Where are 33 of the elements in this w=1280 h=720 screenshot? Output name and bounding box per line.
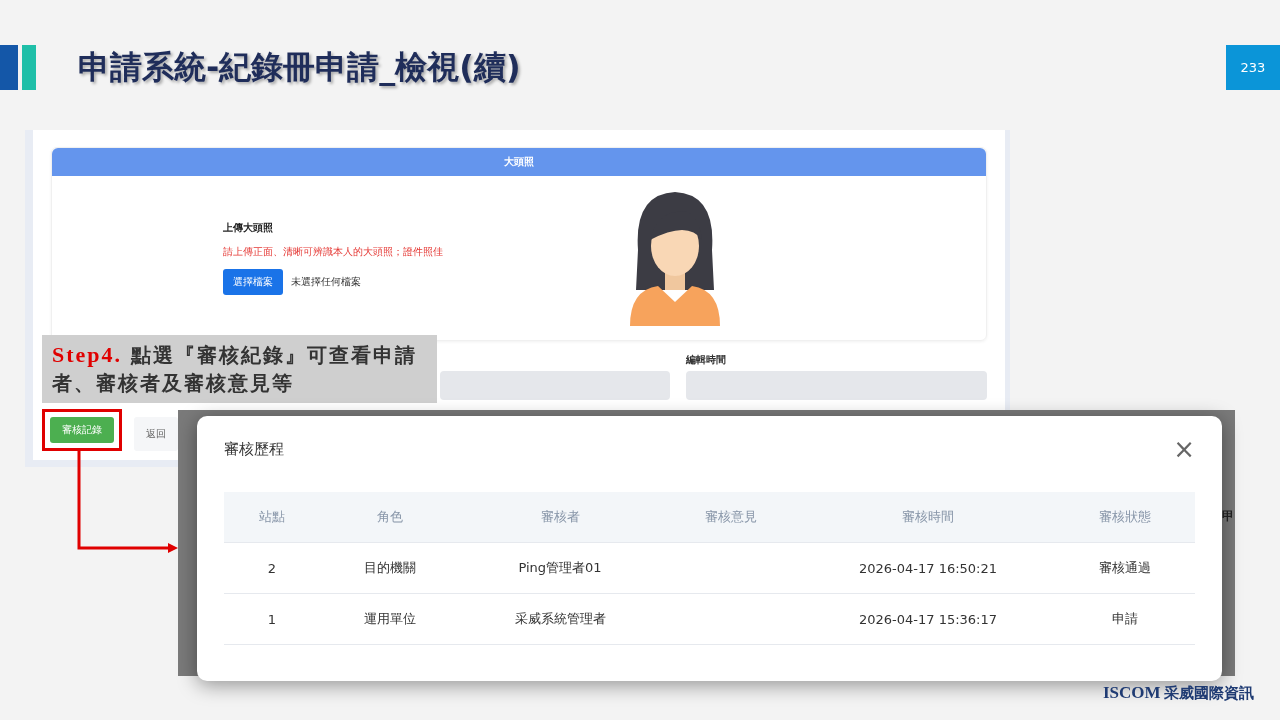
slide-title: 申請系統-紀錄冊申請_檢視(續) xyxy=(78,46,522,88)
card-header: 大頭照 xyxy=(52,148,986,176)
table-cell-text: 目的機關 xyxy=(363,559,417,577)
table-cell-text: Ping管理者01 xyxy=(517,559,603,577)
logo-name: ISCOM xyxy=(1103,683,1161,703)
upload-label: 上傳大頭照 xyxy=(223,221,274,235)
field-label: 編輯時間 xyxy=(685,353,727,365)
table-cell-text: 申請 xyxy=(1110,610,1139,628)
file-status: 未選擇任何檔案 xyxy=(291,275,361,289)
close-button[interactable]: × xyxy=(1173,436,1195,462)
back-button[interactable]: 返回 xyxy=(134,417,178,451)
table-cell-text: 審核通過 xyxy=(1097,559,1152,577)
table-cell-text: 運用單位 xyxy=(363,610,417,628)
table-cell-text: 1 xyxy=(266,611,278,627)
upload-hint: 請上傳正面、清晰可辨識本人的大頭照；證件照佳 xyxy=(223,245,443,259)
column-header: 審核時間 xyxy=(901,508,955,526)
step-callout: Step4. 點選『審核紀錄』可查看申請者、審核者及審核意見等 xyxy=(42,335,437,403)
choose-file-button[interactable]: 選擇檔案 xyxy=(223,269,283,295)
table-cell-text: 采威系統管理者 xyxy=(513,610,607,628)
text-fragment: 甲 xyxy=(1222,508,1234,525)
column-header: 審核狀態 xyxy=(1097,508,1152,526)
table-cell-text: 2026-04-17 16:50:21 xyxy=(857,560,999,576)
column-header: 角色 xyxy=(376,508,404,526)
table-cell-text: 2026-04-17 15:36:17 xyxy=(857,611,999,627)
page-number: 233 xyxy=(1226,45,1280,90)
column-header: 站點 xyxy=(258,508,286,526)
column-header: 審核者 xyxy=(539,508,581,526)
input-field[interactable] xyxy=(440,371,670,400)
logo-chinese-name: 采威國際資訊 xyxy=(1163,683,1254,703)
dialog-title: 審核歷程 xyxy=(224,439,284,459)
column-header: 審核意見 xyxy=(704,508,758,526)
input-field[interactable] xyxy=(685,371,987,400)
table-cell-text: 2 xyxy=(266,560,278,576)
